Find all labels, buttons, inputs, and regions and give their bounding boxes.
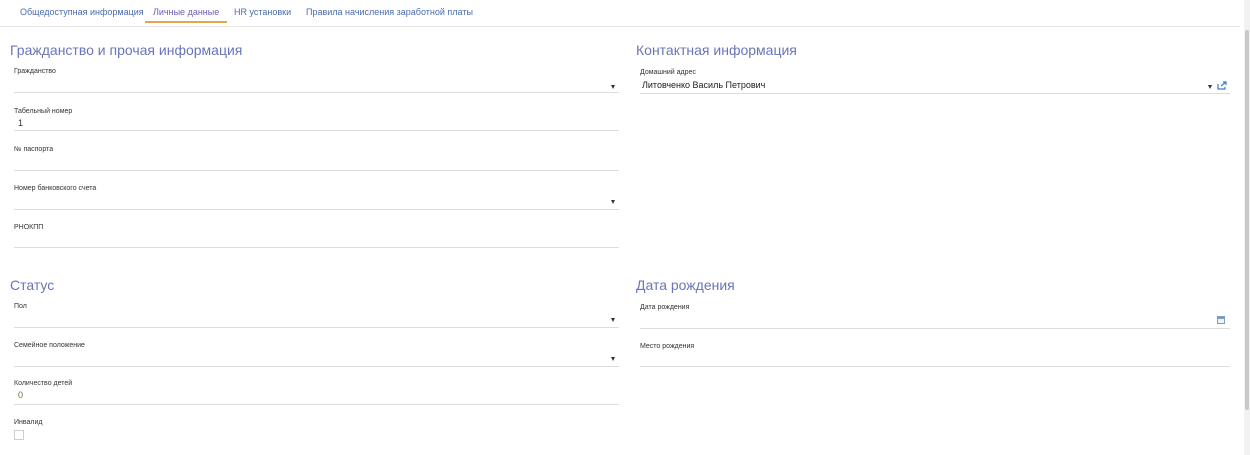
home-address-label: Домашний адрес xyxy=(640,69,696,76)
vertical-scrollbar[interactable] xyxy=(1244,0,1250,455)
field-underline xyxy=(14,209,619,210)
marital-status-label: Семейное положение xyxy=(14,342,85,349)
bank-account-label: Номер банковского счета xyxy=(14,185,97,192)
field-underline xyxy=(14,327,619,328)
chevron-down-icon[interactable] xyxy=(611,357,615,361)
gender-label: Пол xyxy=(14,303,27,310)
citizenship-field[interactable]: Гражданство xyxy=(14,68,619,93)
marital-status-field[interactable]: Семейное положение xyxy=(14,342,619,367)
disabled-label: Инвалид xyxy=(14,419,43,426)
birth-place-label: Место рождения xyxy=(640,343,695,350)
chevron-down-icon[interactable] xyxy=(611,85,615,89)
children-count-label: Количество детей xyxy=(14,380,73,387)
tab-payroll-rules[interactable]: Правила начисления заработной платы xyxy=(306,7,473,17)
personnel-number-label: Табельный номер xyxy=(14,108,73,115)
field-underline xyxy=(640,366,1230,367)
field-underline xyxy=(14,404,619,405)
section-title-status: Статус xyxy=(10,277,55,293)
children-count-value: 0 xyxy=(18,390,24,400)
external-link-icon[interactable] xyxy=(1217,81,1227,90)
birth-place-field[interactable]: Место рождения xyxy=(640,343,1230,367)
section-title-birth: Дата рождения xyxy=(636,277,735,293)
tab-personal-data[interactable]: Личные данные xyxy=(144,7,228,23)
field-underline xyxy=(640,93,1230,94)
personnel-number-field[interactable]: Табельный номер 1 xyxy=(14,108,619,131)
section-title-citizenship: Гражданство и прочая информация xyxy=(10,42,243,58)
home-address-field[interactable]: Домашний адрес Литовченко Василь Петрови… xyxy=(640,69,1230,94)
passport-label: № паспорта xyxy=(14,146,54,153)
tab-hr-settings[interactable]: HR установки xyxy=(234,7,291,17)
field-underline xyxy=(14,170,619,171)
scrollbar-thumb[interactable] xyxy=(1245,30,1249,410)
tab-public-info[interactable]: Общедоступная информация xyxy=(20,7,144,17)
disabled-checkbox[interactable] xyxy=(14,430,24,440)
field-underline xyxy=(14,366,619,367)
field-underline xyxy=(14,247,619,248)
gender-field[interactable]: Пол xyxy=(14,303,619,328)
rnokpp-field[interactable]: РНОКПП xyxy=(14,224,619,248)
rnokpp-label: РНОКПП xyxy=(14,224,44,231)
chevron-down-icon[interactable] xyxy=(1208,85,1212,89)
citizenship-label: Гражданство xyxy=(14,68,56,75)
field-underline xyxy=(640,328,1230,329)
tab-bar: Общедоступная информация Личные данные H… xyxy=(0,0,1240,27)
disabled-field: Инвалид xyxy=(14,419,214,441)
home-address-value: Литовченко Василь Петрович xyxy=(642,80,766,90)
children-count-field[interactable]: Количество детей 0 xyxy=(14,380,619,405)
employee-form-page: Общедоступная информация Личные данные H… xyxy=(0,0,1250,455)
birth-date-field[interactable]: Дата рождения xyxy=(640,304,1230,329)
bank-account-field[interactable]: Номер банковского счета xyxy=(14,185,619,210)
calendar-icon[interactable] xyxy=(1217,316,1225,324)
field-underline xyxy=(14,130,619,131)
chevron-down-icon[interactable] xyxy=(611,200,615,204)
passport-field[interactable]: № паспорта xyxy=(14,146,619,171)
section-title-contact: Контактная информация xyxy=(636,42,797,58)
birth-date-label: Дата рождения xyxy=(640,304,690,311)
chevron-down-icon[interactable] xyxy=(611,318,615,322)
field-underline xyxy=(14,92,619,93)
personnel-number-value: 1 xyxy=(18,118,24,128)
